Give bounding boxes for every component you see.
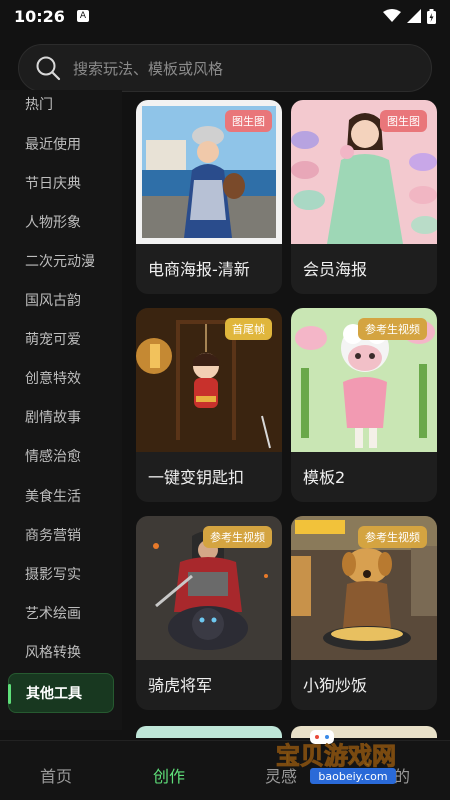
template-card-dog-fried-rice[interactable]: 参考生视频 小狗炒饭 — [291, 516, 437, 710]
template-thumbnail: 参考生视频 — [136, 516, 282, 660]
card-title: 一键变钥匙扣 — [148, 468, 245, 487]
signal-icon — [407, 9, 421, 23]
sidebar-item-effects[interactable]: 创意特效 — [25, 368, 81, 388]
template-card-template2[interactable]: 参考生视频 模板2 — [291, 308, 437, 502]
sidebar-item-guofeng[interactable]: 国风古韵 — [25, 290, 81, 310]
sidebar-item-label: 其他工具 — [26, 686, 82, 702]
template-card-member-poster[interactable]: 图生图 会员海报 — [291, 100, 437, 294]
sidebar-item-business[interactable]: 商务营销 — [25, 525, 81, 545]
badge-first-last-frame: 首尾帧 — [225, 318, 272, 340]
card-title: 小狗炒饭 — [303, 676, 368, 695]
notification-icon: A — [76, 10, 89, 22]
active-indicator — [8, 684, 11, 704]
sidebar-item-story[interactable]: 剧情故事 — [25, 407, 81, 427]
sidebar-item-photo[interactable]: 摄影写实 — [25, 564, 81, 584]
sidebar-item-recent[interactable]: 最近使用 — [25, 134, 81, 154]
sidebar-item-food[interactable]: 美食生活 — [25, 486, 81, 506]
template-thumbnail: 图生图 — [291, 100, 437, 244]
sidebar-item-art[interactable]: 艺术绘画 — [25, 603, 81, 623]
search-placeholder: 搜索玩法、模板或风格 — [73, 59, 224, 78]
search-input[interactable]: 搜索玩法、模板或风格 — [18, 44, 432, 92]
status-bar: 10:26 A — [0, 0, 450, 32]
category-sidebar: 热门 最近使用 节日庆典 人物形象 二次元动漫 国风古韵 萌宠可爱 创意特效 剧… — [0, 90, 122, 730]
template-card-tiger-general[interactable]: 参考生视频 骑虎将军 — [136, 516, 282, 710]
card-title: 骑虎将军 — [148, 676, 213, 695]
template-thumbnail: 参考生视频 — [291, 308, 437, 452]
card-title: 会员海报 — [303, 260, 368, 279]
template-thumbnail: 参考生视频 — [291, 516, 437, 660]
template-card-peek[interactable] — [136, 726, 282, 738]
svg-text:baobeiy.com: baobeiy.com — [318, 770, 387, 783]
sidebar-item-hot[interactable]: 热门 — [25, 94, 53, 114]
search-icon — [36, 56, 61, 81]
card-title: 模板2 — [303, 468, 346, 487]
badge-reference-video: 参考生视频 — [203, 526, 272, 548]
sidebar-item-character[interactable]: 人物形象 — [25, 212, 81, 232]
card-title: 电商海报-清新 — [148, 260, 250, 279]
badge-reference-video: 参考生视频 — [358, 318, 427, 340]
status-time: 10:26 — [14, 6, 65, 26]
status-icons — [383, 8, 436, 24]
template-thumbnail: 图生图 — [136, 100, 282, 244]
sidebar-item-festival[interactable]: 节日庆典 — [25, 173, 81, 193]
badge-reference-video: 参考生视频 — [358, 526, 427, 548]
sidebar-item-style-transfer[interactable]: 风格转换 — [25, 642, 81, 662]
template-card-keychain[interactable]: 首尾帧 一键变钥匙扣 — [136, 308, 282, 502]
sidebar-item-anime[interactable]: 二次元动漫 — [25, 251, 95, 271]
template-card-ecommerce-poster[interactable]: 图生图 电商海报-清新 — [136, 100, 282, 294]
sidebar-item-pets[interactable]: 萌宠可爱 — [25, 329, 81, 349]
watermark-logo: 宝贝游戏网 baobeiy.com — [270, 730, 440, 790]
svg-text:宝贝游戏网: 宝贝游戏网 — [276, 742, 396, 770]
template-thumbnail: 首尾帧 — [136, 308, 282, 452]
sidebar-item-healing[interactable]: 情感治愈 — [25, 446, 81, 466]
battery-icon — [427, 8, 436, 24]
sidebar-item-other-tools[interactable]: 其他工具 — [8, 673, 114, 713]
wifi-icon — [383, 9, 401, 22]
nav-home[interactable]: 首页 — [40, 763, 72, 787]
badge-image-to-image: 图生图 — [380, 110, 427, 132]
badge-image-to-image: 图生图 — [225, 110, 272, 132]
nav-create[interactable]: 创作 — [153, 763, 185, 787]
